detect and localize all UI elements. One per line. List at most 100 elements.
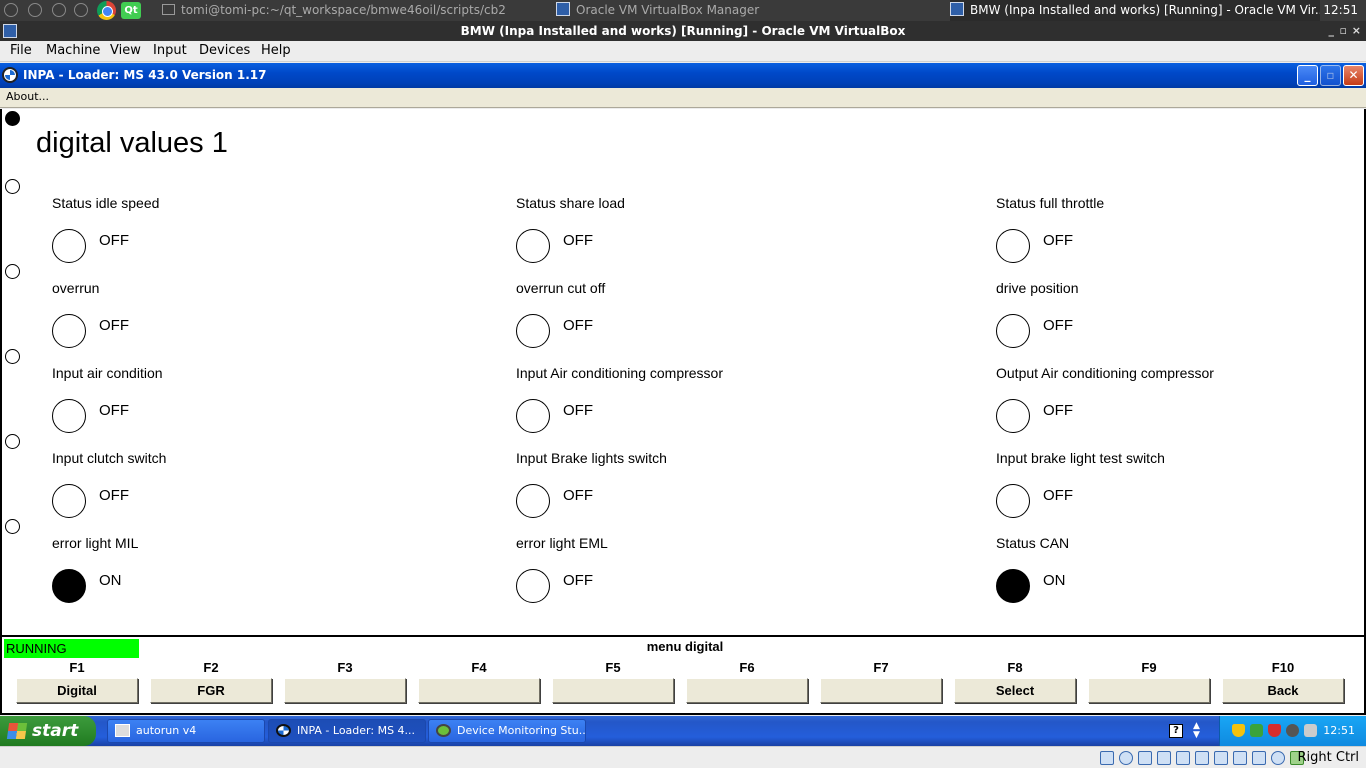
network-icon[interactable]	[1250, 724, 1263, 737]
inpa-titlebar: INPA - Loader: MS 43.0 Version 1.17 _ ▫ …	[0, 63, 1366, 88]
signal-state: OFF	[1043, 487, 1073, 504]
fkey-button-f7[interactable]	[820, 678, 942, 703]
page-title: digital values 1	[36, 127, 228, 159]
fkey-button-f3[interactable]	[284, 678, 406, 703]
host-clock: 12:51	[1323, 3, 1358, 17]
fkey-label-f5: F5	[605, 660, 621, 675]
menu-input[interactable]: Input	[153, 43, 187, 58]
fkey-label-f8: F8	[1007, 660, 1023, 675]
screen-radio-4[interactable]	[5, 349, 20, 364]
signal-label: Status idle speed	[52, 195, 160, 211]
signal-label: Output Air conditioning compressor	[996, 365, 1214, 381]
xp-taskbar: start autorun v4 INPA - Loader: MS 4... …	[0, 716, 1366, 746]
screen-radio-3[interactable]	[5, 264, 20, 279]
close-icon[interactable]: ×	[1352, 21, 1361, 41]
signal-state: OFF	[1043, 317, 1073, 334]
security-shield-icon[interactable]	[1232, 724, 1245, 737]
xp-task-autorun[interactable]: autorun v4	[107, 719, 265, 743]
start-button[interactable]: start	[0, 716, 96, 746]
fkey-label-f4: F4	[471, 660, 487, 675]
fkey-button-f5[interactable]	[552, 678, 674, 703]
maximize-button[interactable]: ▫	[1320, 65, 1341, 86]
bmw-logo-icon	[2, 67, 18, 83]
close-button[interactable]: ✕	[1343, 65, 1364, 86]
signal-lamp	[516, 484, 550, 518]
video-capture-icon[interactable]	[1233, 751, 1247, 765]
mouse-integration-icon[interactable]	[1271, 751, 1285, 765]
signal-lamp	[516, 569, 550, 603]
signal-label: Input Brake lights switch	[516, 450, 667, 466]
host-menu-icon[interactable]	[4, 3, 18, 17]
volume-icon[interactable]	[1286, 724, 1299, 737]
signal-state: OFF	[563, 487, 593, 504]
virtualbox-icon	[556, 2, 570, 16]
signal-label: overrun	[52, 280, 100, 296]
display-icon[interactable]	[1214, 751, 1228, 765]
menu-file[interactable]: File	[10, 43, 32, 58]
signal-state: OFF	[99, 232, 129, 249]
chrome-icon[interactable]	[97, 1, 116, 20]
fkey-button-f9[interactable]	[1088, 678, 1210, 703]
menu-view[interactable]: View	[110, 43, 141, 58]
signal-label: Status share load	[516, 195, 625, 211]
maximize-icon[interactable]: ▫	[1340, 21, 1347, 41]
audio-icon[interactable]	[1138, 751, 1152, 765]
qt-creator-icon[interactable]: Qt	[121, 2, 141, 19]
xp-task-device-monitoring[interactable]: Device Monitoring Stu...	[428, 719, 586, 743]
minimize-button[interactable]: _	[1297, 65, 1318, 86]
host-launcher-icon[interactable]	[28, 3, 42, 17]
menu-devices[interactable]: Devices	[199, 43, 250, 58]
menu-about[interactable]: About...	[6, 90, 49, 103]
system-tray: 12:51	[1219, 716, 1366, 746]
signal-label: Status full throttle	[996, 195, 1105, 211]
fkey-button-f1[interactable]: Digital	[16, 678, 138, 703]
scroll-arrows-icon[interactable]: ▲ ▼	[1193, 722, 1200, 740]
minimize-icon[interactable]: _	[1329, 21, 1335, 41]
virtualbox-icon	[950, 2, 964, 16]
host-launcher-icon[interactable]	[74, 3, 88, 17]
antivirus-shield-icon[interactable]	[1268, 724, 1281, 737]
signal-lamp	[52, 569, 86, 603]
screen-radio-1[interactable]	[5, 111, 20, 126]
menu-machine[interactable]: Machine	[46, 43, 100, 58]
shared-folder-icon[interactable]	[1195, 751, 1209, 765]
hard-disk-icon[interactable]	[1100, 751, 1114, 765]
fkey-label-f7: F7	[873, 660, 889, 675]
host-key-label: Right Ctrl	[1297, 750, 1360, 765]
virtualization-icon[interactable]	[1252, 751, 1266, 765]
screen-radio-6[interactable]	[5, 519, 20, 534]
device-monitor-icon	[436, 724, 451, 737]
signal-state: OFF	[99, 487, 129, 504]
fkey-button-f6[interactable]	[686, 678, 808, 703]
screen-radio-2[interactable]	[5, 179, 20, 194]
signal-label: Input brake light test switch	[996, 450, 1165, 466]
signal-state: OFF	[99, 402, 129, 419]
host-launcher-icon[interactable]	[52, 3, 66, 17]
vbox-menubar: File Machine View Input Devices Help	[0, 41, 1366, 62]
fkey-button-f10[interactable]: Back	[1222, 678, 1344, 703]
signal-lamp	[52, 484, 86, 518]
signal-lamp	[516, 229, 550, 263]
signal-label: Status CAN	[996, 535, 1070, 551]
xp-task-inpa[interactable]: INPA - Loader: MS 4...	[268, 719, 426, 743]
menu-help[interactable]: Help	[261, 43, 291, 58]
host-task-terminal[interactable]: tomi@tomi-pc:~/qt_workspace/bmwe46oil/sc…	[162, 0, 554, 21]
host-task-vbox-vm[interactable]: BMW (Inpa Installed and works) [Running]…	[950, 0, 1320, 21]
network-adapter-icon[interactable]	[1157, 751, 1171, 765]
fkey-button-f8[interactable]: Select	[954, 678, 1076, 703]
usb-device-icon[interactable]	[1176, 751, 1190, 765]
fkey-button-f4[interactable]	[418, 678, 540, 703]
help-icon[interactable]: ?	[1169, 724, 1183, 738]
screen-radio-5[interactable]	[5, 434, 20, 449]
usb-icon[interactable]	[1304, 724, 1317, 737]
fkey-label-f9: F9	[1141, 660, 1157, 675]
fkey-button-f2[interactable]: FGR	[150, 678, 272, 703]
fkey-label-f2: F2	[203, 660, 219, 675]
inpa-menubar: About...	[0, 88, 1366, 108]
host-task-vbox-manager[interactable]: Oracle VM VirtualBox Manager	[556, 0, 946, 21]
signal-label: Input clutch switch	[52, 450, 167, 466]
signal-lamp	[996, 314, 1030, 348]
optical-drive-icon[interactable]	[1119, 751, 1133, 765]
xp-clock: 12:51	[1323, 724, 1355, 737]
signal-state: ON	[1043, 572, 1066, 589]
